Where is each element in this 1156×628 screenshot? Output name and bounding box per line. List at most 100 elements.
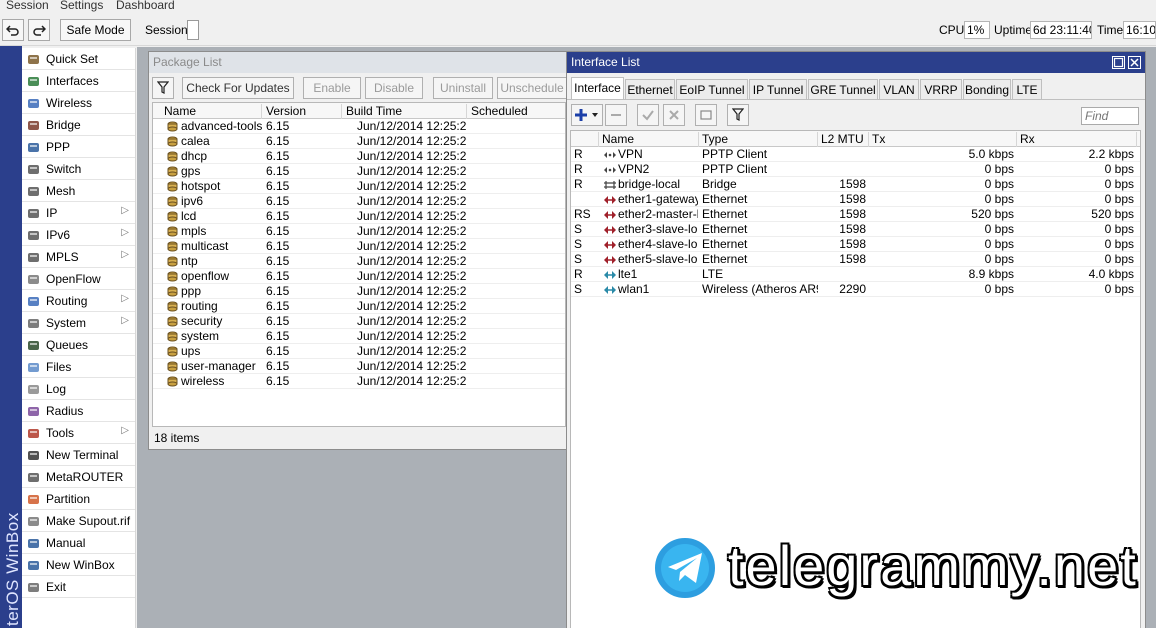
tab-interface[interactable]: Interface <box>571 77 624 101</box>
sidebar-item-log[interactable]: Log <box>22 378 135 400</box>
table-row[interactable]: lcd 6.15 Jun/12/2014 12:25:29 <box>153 209 565 224</box>
tab-vrrp[interactable]: VRRP <box>920 79 962 101</box>
sidebar-item-ipv6[interactable]: IPv6 ▷ <box>22 224 135 246</box>
sidebar-item-mesh[interactable]: Mesh <box>22 180 135 202</box>
check-updates-button[interactable]: Check For Updates <box>182 77 294 99</box>
table-row[interactable]: ppp 6.15 Jun/12/2014 12:25:29 <box>153 284 565 299</box>
table-row[interactable]: ipv6 6.15 Jun/12/2014 12:25:29 <box>153 194 565 209</box>
filter-button[interactable] <box>727 104 749 126</box>
interface-list-title[interactable]: Interface List <box>567 52 1145 73</box>
maximize-button[interactable] <box>1112 56 1125 69</box>
sidebar-item-tools[interactable]: Tools ▷ <box>22 422 135 444</box>
queues-icon <box>27 340 39 350</box>
sidebar-item-quick-set[interactable]: Quick Set <box>22 48 135 70</box>
col-tx2[interactable]: Tx <box>1137 132 1140 147</box>
remove-button[interactable] <box>605 104 627 126</box>
unschedule-button[interactable]: Unschedule <box>497 77 567 99</box>
col-name[interactable]: Name <box>599 132 699 147</box>
table-row[interactable]: dhcp 6.15 Jun/12/2014 12:25:29 <box>153 149 565 164</box>
col-flags[interactable] <box>571 132 599 147</box>
sidebar-item-manual[interactable]: Manual <box>22 532 135 554</box>
sidebar-item-queues[interactable]: Queues <box>22 334 135 356</box>
sidebar-item-bridge[interactable]: Bridge <box>22 114 135 136</box>
enable-button[interactable]: Enable <box>303 77 361 99</box>
sidebar-item-files[interactable]: Files <box>22 356 135 378</box>
sidebar-item-mpls[interactable]: MPLS ▷ <box>22 246 135 268</box>
sidebar-item-new-winbox[interactable]: New WinBox <box>22 554 135 576</box>
tab-vlan[interactable]: VLAN <box>879 79 919 101</box>
menu-session[interactable]: Session <box>6 0 49 12</box>
sidebar-item-openflow[interactable]: OpenFlow <box>22 268 135 290</box>
comment-button[interactable] <box>695 104 717 126</box>
sidebar-item-make-supout-rif[interactable]: Make Supout.rif <box>22 510 135 532</box>
add-button[interactable] <box>571 104 603 126</box>
enable-item-button[interactable] <box>637 104 659 126</box>
sidebar-item-routing[interactable]: Routing ▷ <box>22 290 135 312</box>
sidebar-item-exit[interactable]: Exit <box>22 576 135 598</box>
col-l2mtu[interactable]: L2 MTU <box>818 132 869 147</box>
table-row[interactable]: system 6.15 Jun/12/2014 12:25:29 <box>153 329 565 344</box>
tab-ip-tunnel[interactable]: IP Tunnel <box>749 79 807 101</box>
table-row[interactable]: calea 6.15 Jun/12/2014 12:25:29 <box>153 134 565 149</box>
table-row[interactable]: S ether3-slave-lo... Ethernet 1598 0 bps… <box>571 222 1140 237</box>
table-row[interactable]: user-manager 6.15 Jun/12/2014 12:25:29 <box>153 359 565 374</box>
sidebar-item-ip[interactable]: IP ▷ <box>22 202 135 224</box>
sidebar-item-ppp[interactable]: PPP <box>22 136 135 158</box>
col-scheduled[interactable]: Scheduled <box>468 104 565 119</box>
sidebar-item-partition[interactable]: Partition <box>22 488 135 510</box>
tab-lte[interactable]: LTE <box>1012 79 1042 101</box>
sidebar-item-switch[interactable]: Switch <box>22 158 135 180</box>
undo-button[interactable] <box>2 19 24 41</box>
table-row[interactable]: S wlan1 Wireless (Atheros AR9... 2290 0 … <box>571 282 1140 297</box>
col-tx[interactable]: Tx <box>869 132 1017 147</box>
table-row[interactable]: wireless 6.15 Jun/12/2014 12:25:29 <box>153 374 565 389</box>
sidebar-item-interfaces[interactable]: Interfaces <box>22 70 135 92</box>
tab-ethernet[interactable]: Ethernet <box>625 79 675 101</box>
col-name[interactable]: Name <box>161 104 262 119</box>
table-row[interactable]: R VPN2 PPTP Client 0 bps 0 bps <box>571 162 1140 177</box>
table-row[interactable]: ntp 6.15 Jun/12/2014 12:25:29 <box>153 254 565 269</box>
table-row[interactable]: security 6.15 Jun/12/2014 12:25:29 <box>153 314 565 329</box>
menu-settings[interactable]: Settings <box>60 0 103 12</box>
find-input[interactable] <box>1081 107 1139 125</box>
sidebar-item-new-terminal[interactable]: New Terminal <box>22 444 135 466</box>
table-row[interactable]: multicast 6.15 Jun/12/2014 12:25:29 <box>153 239 565 254</box>
table-row[interactable]: RS ether2-master-l... Ethernet 1598 520 … <box>571 207 1140 222</box>
sidebar-item-metarouter[interactable]: MetaROUTER <box>22 466 135 488</box>
partition-icon <box>27 494 39 504</box>
table-row[interactable]: gps 6.15 Jun/12/2014 12:25:29 <box>153 164 565 179</box>
table-row[interactable]: R bridge-local Bridge 1598 0 bps 0 bps <box>571 177 1140 192</box>
table-row[interactable]: S ether4-slave-lo... Ethernet 1598 0 bps… <box>571 237 1140 252</box>
table-row[interactable]: S ether5-slave-lo... Ethernet 1598 0 bps… <box>571 252 1140 267</box>
table-row[interactable]: routing 6.15 Jun/12/2014 12:25:29 <box>153 299 565 314</box>
redo-button[interactable] <box>28 19 50 41</box>
package-version: 6.15 <box>266 344 290 358</box>
col-version[interactable]: Version <box>263 104 342 119</box>
disable-button[interactable]: Disable <box>365 77 423 99</box>
table-row[interactable]: R VPN PPTP Client 5.0 kbps 2.2 kbps <box>571 147 1140 162</box>
filter-button[interactable] <box>152 77 174 99</box>
package-list-title[interactable]: Package List <box>149 52 567 73</box>
tab-bonding[interactable]: Bonding <box>963 79 1011 101</box>
menu-dashboard[interactable]: Dashboard <box>116 0 175 12</box>
tab-gre-tunnel[interactable]: GRE Tunnel <box>808 79 878 101</box>
col-type[interactable]: Type <box>699 132 818 147</box>
table-row[interactable]: advanced-tools 6.15 Jun/12/2014 12:25:29 <box>153 119 565 134</box>
table-row[interactable]: openflow 6.15 Jun/12/2014 12:25:29 <box>153 269 565 284</box>
sidebar-item-radius[interactable]: Radius <box>22 400 135 422</box>
close-button[interactable] <box>1128 56 1141 69</box>
tab-eoip-tunnel[interactable]: EoIP Tunnel <box>676 79 748 101</box>
table-row[interactable]: R lte1 LTE 8.9 kbps 4.0 kbps <box>571 267 1140 282</box>
uninstall-button[interactable]: Uninstall <box>433 77 493 99</box>
session-field[interactable] <box>187 20 199 40</box>
sidebar-item-wireless[interactable]: Wireless <box>22 92 135 114</box>
table-row[interactable]: mpls 6.15 Jun/12/2014 12:25:29 <box>153 224 565 239</box>
table-row[interactable]: hotspot 6.15 Jun/12/2014 12:25:29 <box>153 179 565 194</box>
safe-mode-button[interactable]: Safe Mode <box>60 19 131 41</box>
disable-item-button[interactable] <box>663 104 685 126</box>
col-rx[interactable]: Rx <box>1017 132 1137 147</box>
sidebar-item-system[interactable]: System ▷ <box>22 312 135 334</box>
table-row[interactable]: ether1-gateway Ethernet 1598 0 bps 0 bps <box>571 192 1140 207</box>
table-row[interactable]: ups 6.15 Jun/12/2014 12:25:29 <box>153 344 565 359</box>
col-build-time[interactable]: Build Time <box>343 104 467 119</box>
